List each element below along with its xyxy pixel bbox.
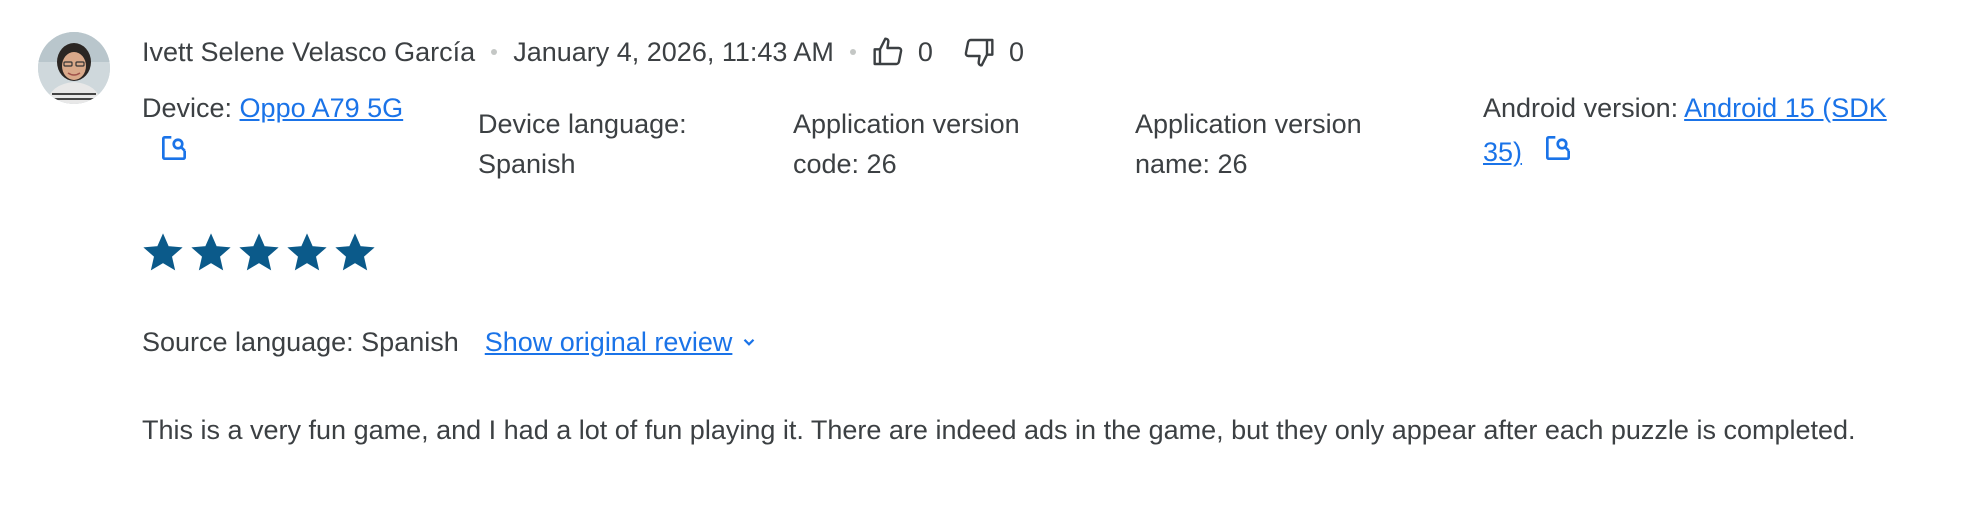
device-label: Device:: [142, 93, 233, 123]
device-language-info: Device language: Spanish: [478, 104, 738, 184]
thumbs-down-icon: [964, 38, 994, 67]
device-link[interactable]: Oppo A79 5G: [240, 93, 404, 123]
chevron-down-icon[interactable]: [740, 322, 758, 362]
android-version-info: Android version: Android 15 (SDK 35): [1483, 88, 1953, 175]
app-version-code-info: Application version code: 26: [793, 104, 1093, 184]
device-open-icon[interactable]: [158, 132, 190, 175]
app-version-name-label: Application version: [1135, 109, 1362, 139]
app-version-code-label: Application version: [793, 109, 1020, 139]
show-original-link[interactable]: Show original review: [485, 322, 733, 362]
thumbs-up-count: 0: [917, 36, 933, 67]
device-info: Device: Oppo A79 5G: [142, 88, 442, 175]
separator-dot: [491, 49, 498, 55]
thumbs-up-icon: [873, 37, 903, 66]
android-open-icon[interactable]: [1542, 132, 1574, 175]
android-version-label: Android version:: [1483, 93, 1679, 123]
star-icon: [143, 233, 183, 271]
thumbs-down-button[interactable]: 0: [963, 36, 1024, 68]
avatar: [38, 32, 110, 104]
star-icon: [335, 233, 375, 271]
translation-row: Source language: Spanish Show original r…: [142, 322, 758, 362]
open-in-new-search-icon: [162, 136, 186, 161]
separator-dot: [849, 49, 856, 55]
device-language-value: Spanish: [478, 149, 576, 179]
star-icon: [239, 233, 279, 271]
star-icon: [191, 233, 231, 271]
review-text: This is a very fun game, and I had a lot…: [142, 415, 1856, 445]
author-name: Ivett Selene Velasco García: [142, 36, 476, 67]
thumbs-up-button[interactable]: 0: [872, 36, 933, 68]
device-language-label: Device language:: [478, 109, 687, 139]
android-version-link-cont[interactable]: 35): [1483, 137, 1522, 167]
app-version-name-info: Application version name: 26: [1135, 104, 1435, 184]
app-version-name-value: name: 26: [1135, 149, 1248, 179]
open-in-new-search-icon: [1545, 136, 1570, 161]
thumbs-down-count: 0: [1008, 36, 1024, 67]
star-rating: [142, 232, 376, 274]
star-icon: [287, 233, 327, 271]
app-version-code-value: code: 26: [793, 149, 897, 179]
source-language: Source language: Spanish: [142, 327, 459, 357]
avatar-image: [38, 32, 110, 104]
review-date: January 4, 2026, 11:43 AM: [513, 36, 834, 67]
review-header: Ivett Selene Velasco García January 4, 2…: [142, 32, 1024, 72]
android-version-link[interactable]: Android 15 (SDK: [1684, 93, 1887, 123]
